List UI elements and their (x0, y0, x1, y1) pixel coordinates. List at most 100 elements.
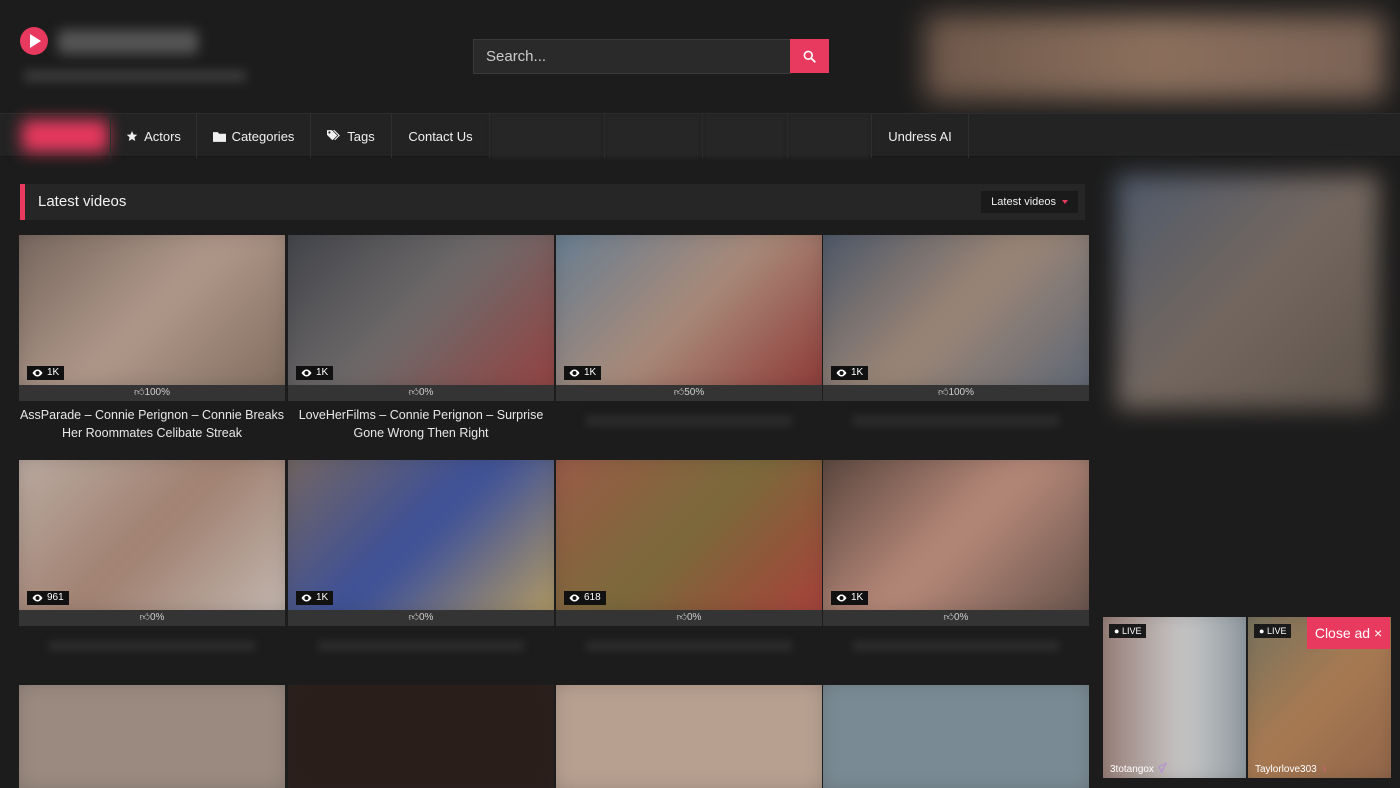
views-badge: 1K (831, 591, 869, 605)
eye-icon (32, 594, 43, 602)
video-card[interactable]: 1K 👍︎0% (288, 460, 554, 670)
video-card[interactable]: 1K 👍︎100% (823, 235, 1089, 445)
views-count: 1K (584, 367, 597, 378)
rating-value: 0% (150, 612, 165, 623)
rating-bar: 👍︎0% (556, 610, 822, 626)
eye-icon (569, 594, 580, 602)
site-header: Search... (0, 0, 1400, 112)
video-thumbnail[interactable] (288, 685, 554, 788)
search-input[interactable]: Search... (473, 39, 791, 74)
rating-bar: 👍︎100% (823, 385, 1089, 401)
play-logo-icon[interactable] (20, 27, 48, 55)
video-card[interactable]: 1K 👍︎100% AssParade – Connie Perignon – … (19, 235, 285, 445)
video-thumbnail[interactable] (823, 685, 1089, 788)
views-count: 618 (584, 592, 601, 603)
nav-item-blurred[interactable] (788, 114, 870, 158)
video-title-blurred[interactable] (586, 416, 792, 426)
views-count: 1K (851, 367, 864, 378)
thumbs-up-icon: 👍︎ (673, 387, 685, 398)
nav-label: Actors (144, 128, 181, 144)
search-button[interactable] (790, 39, 829, 73)
eye-icon (32, 369, 43, 377)
rating-value: 0% (687, 612, 702, 623)
views-badge: 1K (27, 366, 65, 380)
thumbs-up-icon: 👍︎ (133, 387, 145, 398)
views-count: 1K (851, 592, 864, 603)
video-title-blurred[interactable] (318, 641, 524, 651)
video-thumbnail[interactable]: 618 (556, 460, 822, 610)
sidebar-ad[interactable] (1117, 175, 1379, 409)
nav-item-categories[interactable]: Categories (197, 114, 310, 158)
gender-male-female-icon: ⚥ (1157, 764, 1167, 775)
nav-label: Tags (347, 128, 375, 144)
video-thumbnail[interactable]: 1K (19, 235, 285, 385)
eye-icon (301, 594, 312, 602)
sort-dropdown[interactable]: Latest videos (981, 191, 1078, 213)
rating-value: 0% (954, 612, 969, 623)
views-count: 1K (316, 367, 329, 378)
section-title: Latest videos (38, 193, 127, 210)
video-card[interactable]: 1K 👍︎50% (556, 235, 822, 445)
rating-value: 50% (684, 387, 705, 398)
sort-label: Latest videos (991, 196, 1056, 208)
eye-icon (836, 369, 847, 377)
video-thumbnail[interactable]: 1K (556, 235, 822, 385)
views-count: 961 (47, 592, 64, 603)
close-ad-button[interactable]: Close ad × (1307, 617, 1390, 649)
rating-value: 0% (419, 612, 434, 623)
latest-videos-header: Latest videos Latest videos (20, 184, 1085, 220)
video-thumbnail[interactable]: 1K (288, 460, 554, 610)
views-badge: 1K (564, 366, 602, 380)
eye-icon (836, 594, 847, 602)
header-ad-banner[interactable] (925, 15, 1385, 100)
video-title-blurred[interactable] (49, 641, 255, 651)
video-card[interactable]: 1K 👍︎0% (823, 460, 1089, 670)
nav-item-blurred[interactable] (703, 114, 786, 158)
rating-bar: 👍︎0% (823, 610, 1089, 626)
eye-icon (301, 369, 312, 377)
thumbs-up-icon: 👍︎ (139, 612, 150, 623)
live-username: 3totangox ⚥ (1110, 764, 1167, 775)
rating-value: 100% (144, 387, 171, 398)
nav-item-blurred[interactable] (605, 114, 701, 158)
video-title[interactable]: LoveHerFilms – Connie Perignon – Surpris… (288, 406, 554, 442)
live-username: Taylorlove303 ♀ (1255, 764, 1329, 775)
rating-bar: 👍︎100% (19, 385, 285, 401)
video-thumbnail[interactable] (19, 685, 285, 788)
nav-home-button[interactable] (22, 120, 108, 152)
thumbs-up-icon: 👍︎ (676, 612, 687, 623)
video-title[interactable]: AssParade – Connie Perignon – Connie Bre… (19, 406, 285, 442)
video-thumbnail[interactable]: 961 (19, 460, 285, 610)
nav-item-contact[interactable]: Contact Us (392, 114, 489, 158)
nav-label: Contact Us (408, 128, 473, 144)
nav-label: Categories (231, 128, 295, 144)
tags-icon (327, 130, 341, 141)
video-card[interactable]: 961 👍︎0% (19, 460, 285, 670)
site-logo-blurred[interactable] (58, 30, 198, 54)
live-badge: ● LIVE (1109, 624, 1147, 638)
gender-female-icon: ♀ (1320, 764, 1329, 775)
nav-item-tags[interactable]: Tags (311, 114, 391, 158)
video-title-blurred[interactable] (853, 416, 1059, 426)
views-badge: 961 (27, 591, 69, 605)
views-count: 1K (316, 592, 329, 603)
views-badge: 1K (296, 366, 334, 380)
video-title-blurred[interactable] (586, 641, 792, 651)
folder-icon (212, 131, 226, 142)
nav-label: Undress AI (888, 128, 952, 144)
video-thumbnail[interactable]: 1K (288, 235, 554, 385)
nav-item-actors[interactable]: Actors (111, 114, 196, 158)
video-thumbnail[interactable] (556, 685, 822, 788)
video-card[interactable]: 1K 👍︎0% LoveHerFilms – Connie Perignon –… (288, 235, 554, 445)
nav-item-undress-ai[interactable]: Undress AI (872, 114, 968, 158)
video-card[interactable]: 618 👍︎0% (556, 460, 822, 670)
rating-bar: 👍︎0% (19, 610, 285, 626)
video-thumbnail[interactable]: 1K (823, 460, 1089, 610)
rating-bar: 👍︎0% (288, 385, 554, 401)
views-badge: 1K (296, 591, 334, 605)
nav-item-blurred[interactable] (490, 114, 603, 158)
live-tile[interactable]: ● LIVE 3totangox ⚥ (1103, 617, 1246, 778)
star-icon (126, 131, 138, 141)
video-thumbnail[interactable]: 1K (823, 235, 1089, 385)
video-title-blurred[interactable] (853, 641, 1059, 651)
